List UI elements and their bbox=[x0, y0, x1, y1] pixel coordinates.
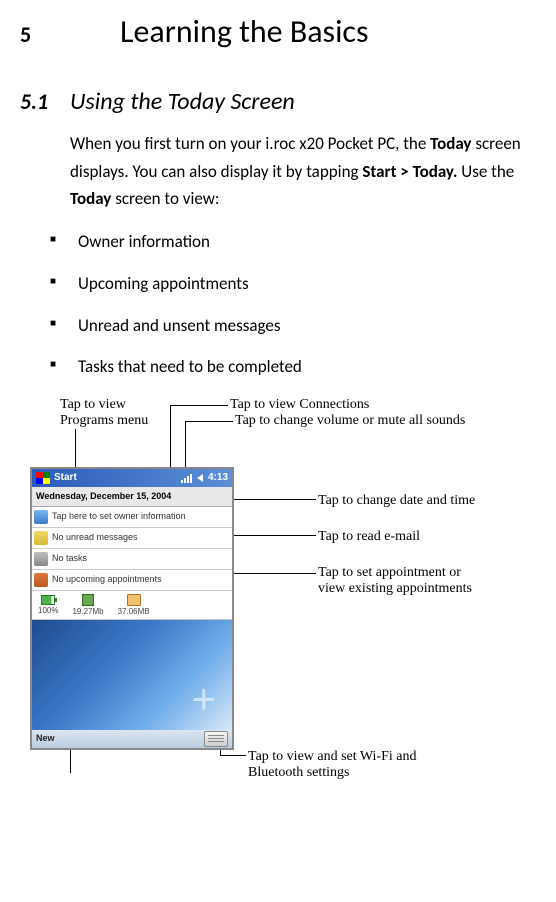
callout-programs-menu: Tap to view Programs menu bbox=[60, 397, 148, 429]
leader-line bbox=[185, 421, 186, 469]
leader-line bbox=[170, 405, 228, 406]
battery-status: 100% bbox=[38, 595, 58, 615]
signal-icon[interactable] bbox=[181, 473, 192, 483]
plus-icon: + bbox=[191, 678, 216, 720]
appointments-text: No upcoming appointments bbox=[52, 573, 162, 586]
leader-line bbox=[230, 535, 316, 536]
leader-line bbox=[75, 429, 76, 469]
today-screen-screenshot: Start 4:13 Wednesday, December 15, 2004 … bbox=[30, 467, 234, 750]
leader-line bbox=[170, 405, 171, 469]
callout-appointment-a: Tap to set appointment or bbox=[318, 565, 461, 581]
battery-icon bbox=[41, 595, 55, 605]
leader-line bbox=[220, 755, 246, 756]
windows-flag-icon[interactable] bbox=[36, 472, 50, 484]
list-item-text: Tasks that need to be completed bbox=[78, 356, 302, 377]
wallpaper-area: + bbox=[32, 620, 232, 730]
bullet-list: Owner information Upcoming appointments … bbox=[50, 230, 536, 379]
today-date-row[interactable]: Wednesday, December 15, 2004 bbox=[32, 487, 232, 507]
tasks-icon bbox=[34, 552, 48, 566]
list-item-text: Upcoming appointments bbox=[78, 273, 249, 294]
chapter-heading: 5 Learning the Basics bbox=[20, 10, 536, 55]
calendar-icon bbox=[34, 573, 48, 587]
messages-row[interactable]: No unread messages bbox=[32, 528, 232, 549]
callout-wifi-a: Tap to view and set Wi-Fi and bbox=[248, 749, 417, 765]
intro-paragraph: When you first turn on your i.roc x20 Po… bbox=[70, 130, 536, 212]
mail-icon bbox=[34, 531, 48, 545]
memory-status: 19.27Mb bbox=[72, 594, 103, 616]
leader-line bbox=[230, 499, 316, 500]
chapter-title: Learning the Basics bbox=[120, 10, 368, 55]
status-tray[interactable]: 100% 19.27Mb 37.06MB bbox=[32, 591, 232, 620]
clock[interactable]: 4:13 bbox=[208, 471, 228, 485]
figure: Tap to view Programs menu Tap to view Co… bbox=[30, 397, 536, 777]
callout-appointment-b: view existing appointments bbox=[318, 581, 472, 597]
speaker-icon[interactable] bbox=[197, 474, 203, 482]
leader-line bbox=[230, 573, 316, 574]
owner-info-row[interactable]: Tap here to set owner information bbox=[32, 507, 232, 528]
owner-icon bbox=[34, 510, 48, 524]
tasks-text: No tasks bbox=[52, 552, 87, 565]
callout-wifi-b: Bluetooth settings bbox=[248, 765, 350, 781]
storage-status: 37.06MB bbox=[118, 594, 150, 616]
start-button[interactable]: Start bbox=[54, 471, 77, 485]
memory-icon bbox=[82, 594, 94, 606]
memory-text: 19.27Mb bbox=[72, 608, 103, 616]
callout-email: Tap to read e-mail bbox=[318, 529, 420, 545]
chapter-number: 5 bbox=[20, 20, 120, 51]
text-run: Use the bbox=[457, 161, 514, 182]
messages-text: No unread messages bbox=[52, 531, 138, 544]
list-item-text: Unread and unsent messages bbox=[78, 315, 281, 336]
text-run-bold: Today bbox=[70, 188, 111, 209]
section-heading: 5.1 Using the Today Screen bbox=[20, 85, 536, 119]
owner-text: Tap here to set owner information bbox=[52, 510, 186, 523]
appointments-row[interactable]: No upcoming appointments bbox=[32, 570, 232, 591]
storage-icon bbox=[127, 594, 141, 606]
bottom-bar: New bbox=[32, 730, 232, 748]
text-run: When you first turn on your i.roc x20 Po… bbox=[70, 133, 430, 154]
list-item: Upcoming appointments bbox=[50, 272, 536, 296]
section-title: Using the Today Screen bbox=[70, 85, 295, 119]
text-run: screen to view: bbox=[111, 188, 219, 209]
callout-date-time: Tap to change date and time bbox=[318, 493, 475, 509]
section-number: 5.1 bbox=[20, 87, 70, 118]
list-item: Tasks that need to be completed bbox=[50, 355, 536, 379]
callout-connections: Tap to view Connections bbox=[230, 397, 369, 413]
text-run-bold: Today bbox=[430, 133, 471, 154]
sip-keyboard-icon[interactable] bbox=[204, 731, 228, 747]
list-item-text: Owner information bbox=[78, 231, 210, 252]
list-item: Unread and unsent messages bbox=[50, 314, 536, 338]
storage-text: 37.06MB bbox=[118, 608, 150, 616]
leader-line bbox=[185, 421, 233, 422]
taskbar[interactable]: Start 4:13 bbox=[32, 469, 232, 487]
text-run-bold: Start > Today. bbox=[362, 161, 457, 182]
list-item: Owner information bbox=[50, 230, 536, 254]
battery-text: 100% bbox=[38, 607, 58, 615]
callout-volume: Tap to change volume or mute all sounds bbox=[235, 413, 465, 429]
new-button[interactable]: New bbox=[36, 732, 55, 745]
tasks-row[interactable]: No tasks bbox=[32, 549, 232, 570]
